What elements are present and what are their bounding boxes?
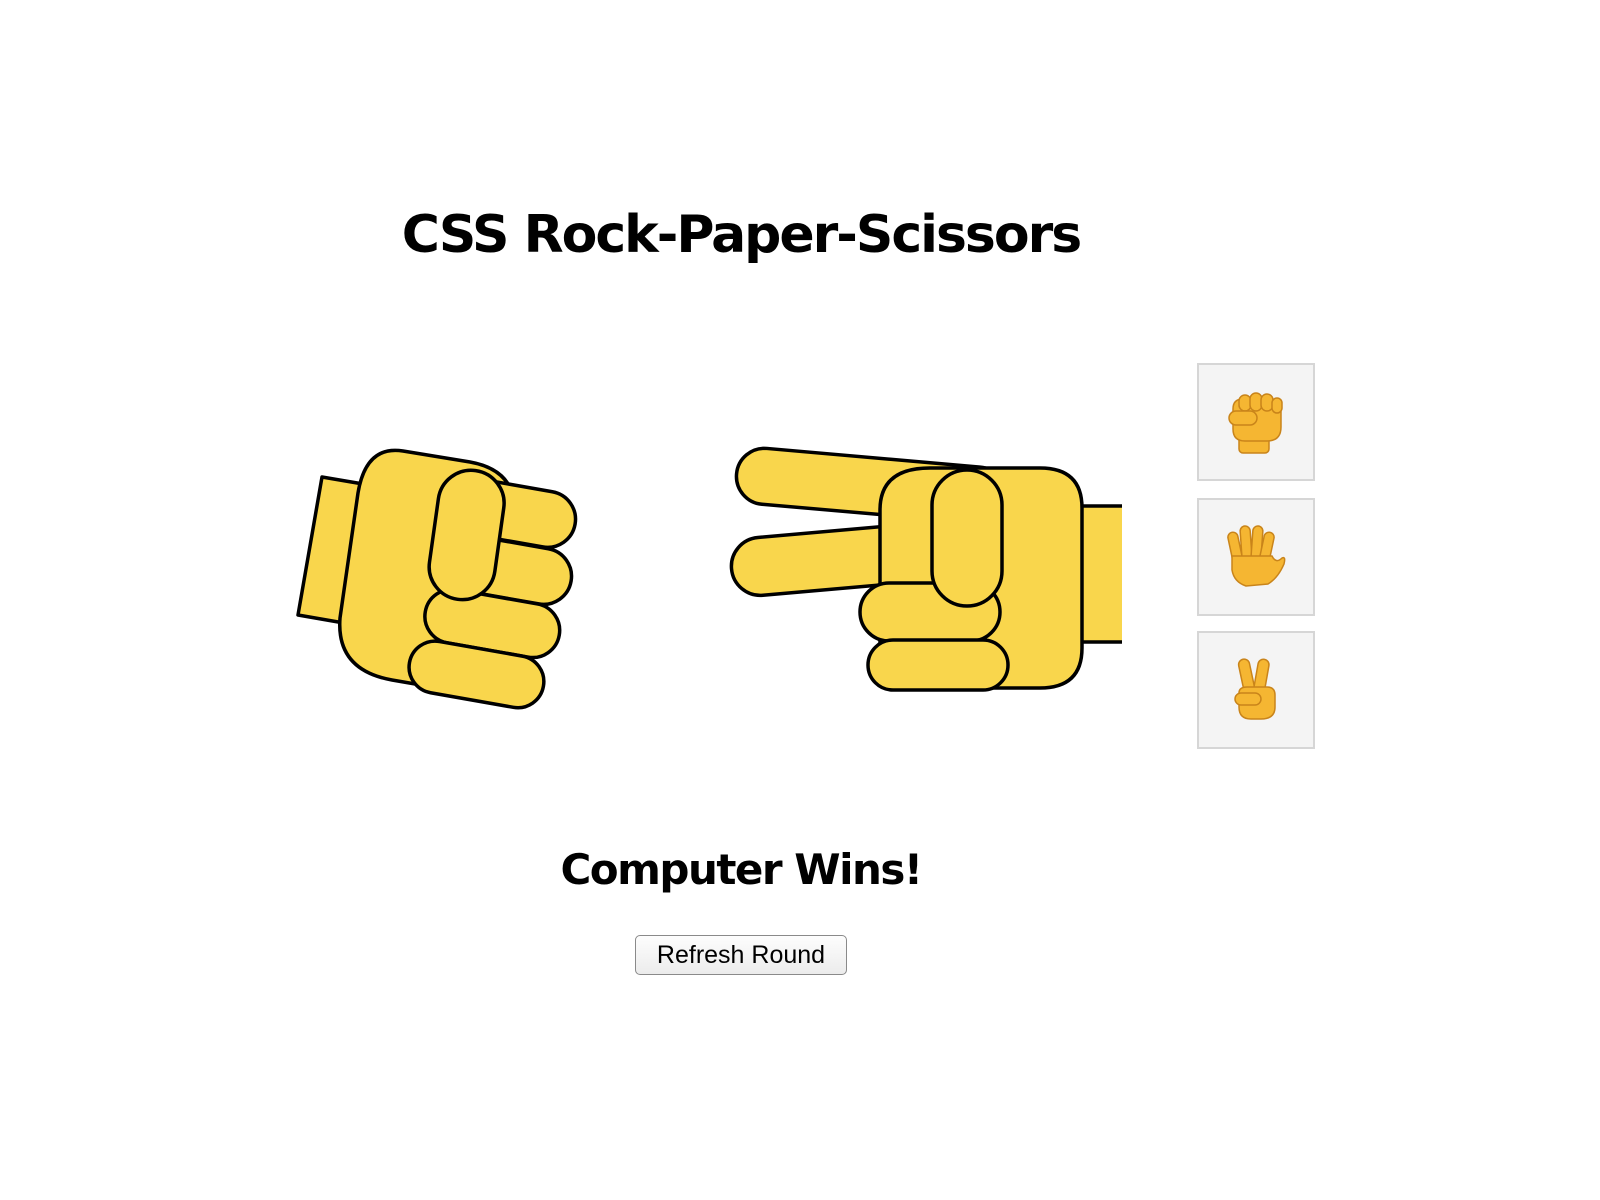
victory-hand-icon bbox=[1234, 658, 1276, 720]
rock-choice-button[interactable] bbox=[1197, 363, 1315, 481]
computer-scissors-hand bbox=[729, 446, 1122, 692]
computer-thumb bbox=[930, 468, 1004, 608]
round-result: Computer Wins! bbox=[560, 845, 923, 894]
raised-fist-icon bbox=[1228, 392, 1283, 454]
computer-finger-pinky bbox=[866, 638, 1010, 692]
refresh-round-button[interactable]: Refresh Round bbox=[635, 935, 847, 975]
player-rock-hand bbox=[296, 448, 578, 710]
scissors-choice-button[interactable] bbox=[1197, 631, 1315, 749]
hands-area bbox=[296, 446, 1122, 710]
paper-choice-button[interactable] bbox=[1197, 498, 1315, 616]
raised-hand-icon bbox=[1227, 525, 1286, 587]
